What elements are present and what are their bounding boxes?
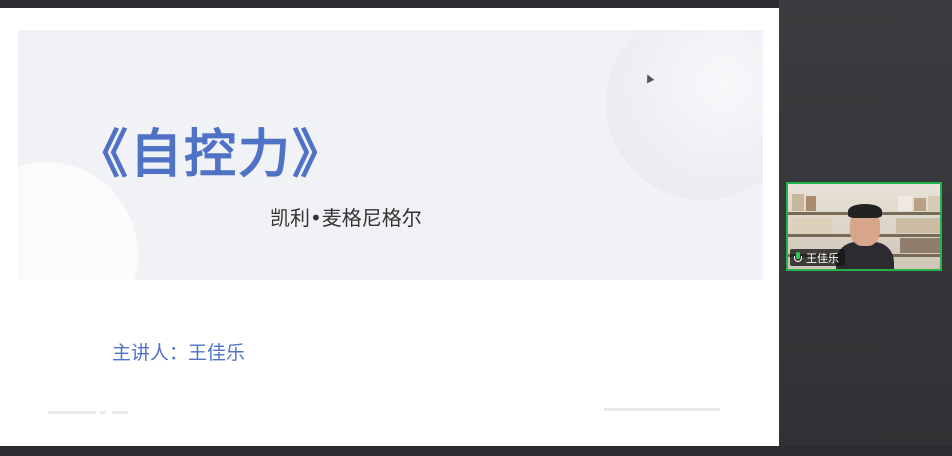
decorative-line	[604, 408, 720, 411]
book	[914, 198, 926, 211]
book	[900, 238, 940, 253]
mic-on-icon[interactable]	[793, 251, 803, 264]
slide-presenter: 主讲人：王佳乐	[112, 342, 246, 364]
slide-title: 《自控力》	[76, 125, 347, 185]
decorative-line	[100, 411, 106, 414]
decorative-circle	[606, 30, 763, 200]
book	[792, 218, 832, 233]
slide-author: 凯利•麦格尼格尔	[270, 206, 422, 230]
decorative-line	[48, 411, 96, 414]
participant-name-tag: 王佳乐	[790, 249, 845, 266]
decorative-line	[112, 411, 128, 414]
participant-name: 王佳乐	[806, 251, 839, 265]
participant-hair	[848, 204, 882, 218]
book	[896, 218, 940, 233]
book	[806, 196, 816, 211]
book	[928, 196, 940, 211]
shared-screen-slide: 《自控力》 凯利•麦格尼格尔 主讲人：王佳乐	[0, 8, 779, 446]
book	[898, 196, 912, 211]
bottom-bar	[0, 446, 952, 456]
slide-banner: 《自控力》 凯利•麦格尼格尔	[18, 30, 763, 280]
book	[792, 194, 804, 211]
participant-video-tile[interactable]: 王佳乐	[786, 182, 942, 271]
